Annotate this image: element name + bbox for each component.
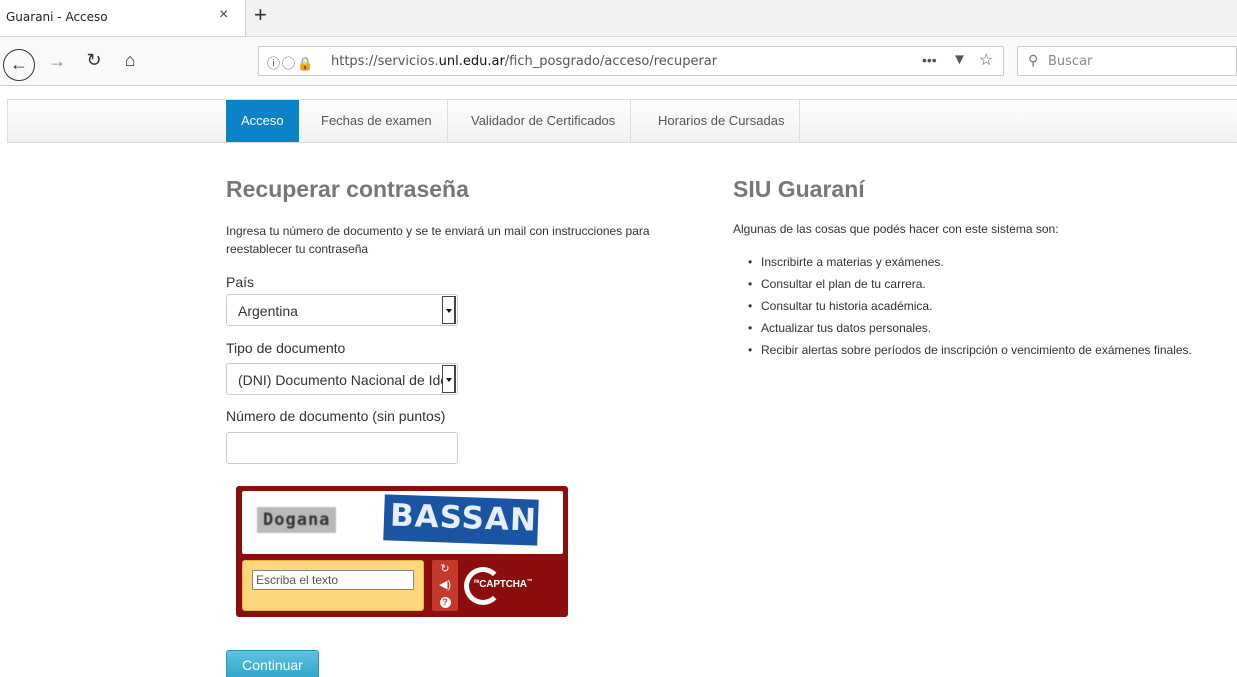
captcha-refresh-icon[interactable]: ↻: [432, 561, 458, 577]
info-intro: Algunas de las cosas que podés hacer con…: [733, 222, 1059, 236]
browser-navbar: ← → ↻ ⌂ ⓘ◯🔒 https://servicios.unl.edu.ar…: [0, 36, 1237, 86]
doctype-select-value: (DNI) Documento Nacional de Identidad: [238, 372, 443, 388]
recaptcha-widget: Dogana BASSANO Escriba el texto ↻ ◀) ? r…: [236, 486, 568, 617]
docnum-label: Número de documento (sin puntos): [226, 408, 446, 424]
form-intro: Ingresa tu número de documento y se te e…: [226, 224, 650, 256]
home-icon[interactable]: ⌂: [118, 50, 142, 71]
search-placeholder: Buscar: [1048, 54, 1093, 69]
country-select-value: Argentina: [238, 303, 298, 319]
list-item: Consultar tu historia académica.: [748, 295, 1228, 317]
captcha-word-1: Dogana: [257, 507, 337, 533]
page-actions-icon[interactable]: •••: [922, 52, 937, 68]
search-bar[interactable]: ⚲ Buscar: [1017, 46, 1237, 76]
search-icon: ⚲: [1028, 52, 1039, 68]
dropdown-arrow-icon: [442, 365, 456, 393]
pocket-icon[interactable]: ▼: [952, 51, 967, 68]
nav-tab-validador-de-certificados[interactable]: Validador de Certificados: [456, 100, 632, 142]
captcha-word-2: BASSANO: [383, 494, 539, 546]
document-number-input[interactable]: [226, 432, 458, 464]
captcha-input-box: Escriba el texto: [242, 560, 424, 611]
tab-title: Guarani - Acceso: [6, 10, 108, 24]
list-item: Consultar el plan de tu carrera.: [748, 273, 1228, 295]
bookmark-star-icon[interactable]: ☆: [979, 50, 993, 70]
country-label: País: [226, 274, 255, 290]
page-title: Recuperar contraseña: [226, 176, 469, 202]
nav-tab-horarios-de-cursadas[interactable]: Horarios de Cursadas: [643, 100, 801, 142]
forward-icon[interactable]: →: [45, 51, 69, 72]
nav-tab-fechas-de-examen[interactable]: Fechas de examen: [306, 100, 448, 142]
close-tab-icon[interactable]: ×: [219, 6, 228, 24]
list-item: Inscribirte a materias y exámenes.: [748, 251, 1228, 273]
site-nav: Acceso Fechas de examen Validador de Cer…: [7, 99, 1237, 143]
captcha-input[interactable]: Escriba el texto: [252, 570, 414, 590]
browser-tab[interactable]: Guarani - Acceso ×: [0, 0, 246, 36]
list-item: Actualizar tus datos personales.: [748, 317, 1228, 339]
url-domain: unl.edu.ar: [438, 54, 505, 69]
doctype-label: Tipo de documento: [226, 340, 346, 356]
recaptcha-logo-text: reCAPTCHA™: [474, 579, 533, 590]
reload-icon[interactable]: ↻: [82, 50, 106, 71]
country-select[interactable]: Argentina: [226, 294, 458, 326]
feature-list: Inscribirte a materias y exámenes. Consu…: [748, 251, 1228, 361]
list-item: Recibir alertas sobre períodos de inscri…: [748, 339, 1228, 361]
doctype-select[interactable]: (DNI) Documento Nacional de Identidad: [226, 363, 458, 395]
back-icon[interactable]: ←: [3, 49, 35, 81]
recaptcha-logo: reCAPTCHA™: [464, 567, 564, 607]
address-bar[interactable]: ⓘ◯🔒 https://servicios.unl.edu.ar/fich_po…: [258, 46, 1004, 76]
captcha-audio-icon[interactable]: ◀): [432, 577, 458, 593]
continue-button[interactable]: Continuar: [226, 650, 319, 677]
url-prefix: https://servicios.: [331, 54, 439, 69]
captcha-controls: ↻ ◀) ?: [432, 560, 458, 611]
url-path: /fich_posgrado/acceso/recuperar: [504, 54, 718, 69]
lock-icon[interactable]: 🔒: [297, 56, 315, 71]
nav-tab-acceso[interactable]: Acceso: [226, 100, 299, 142]
info-icon[interactable]: ⓘ: [267, 56, 282, 71]
dropdown-arrow-icon: [442, 296, 456, 324]
new-tab-icon[interactable]: +: [254, 2, 267, 28]
browser-tabbar: Guarani - Acceso × +: [0, 0, 1237, 36]
captcha-help-icon[interactable]: ?: [432, 594, 458, 610]
url-security-icons[interactable]: ⓘ◯🔒: [267, 53, 315, 72]
captcha-image: Dogana BASSANO: [242, 491, 563, 554]
tracking-shield-icon[interactable]: ◯: [282, 56, 297, 71]
url-text[interactable]: https://servicios.unl.edu.ar/fich_posgra…: [331, 54, 717, 69]
info-title: SIU Guaraní: [733, 176, 865, 202]
